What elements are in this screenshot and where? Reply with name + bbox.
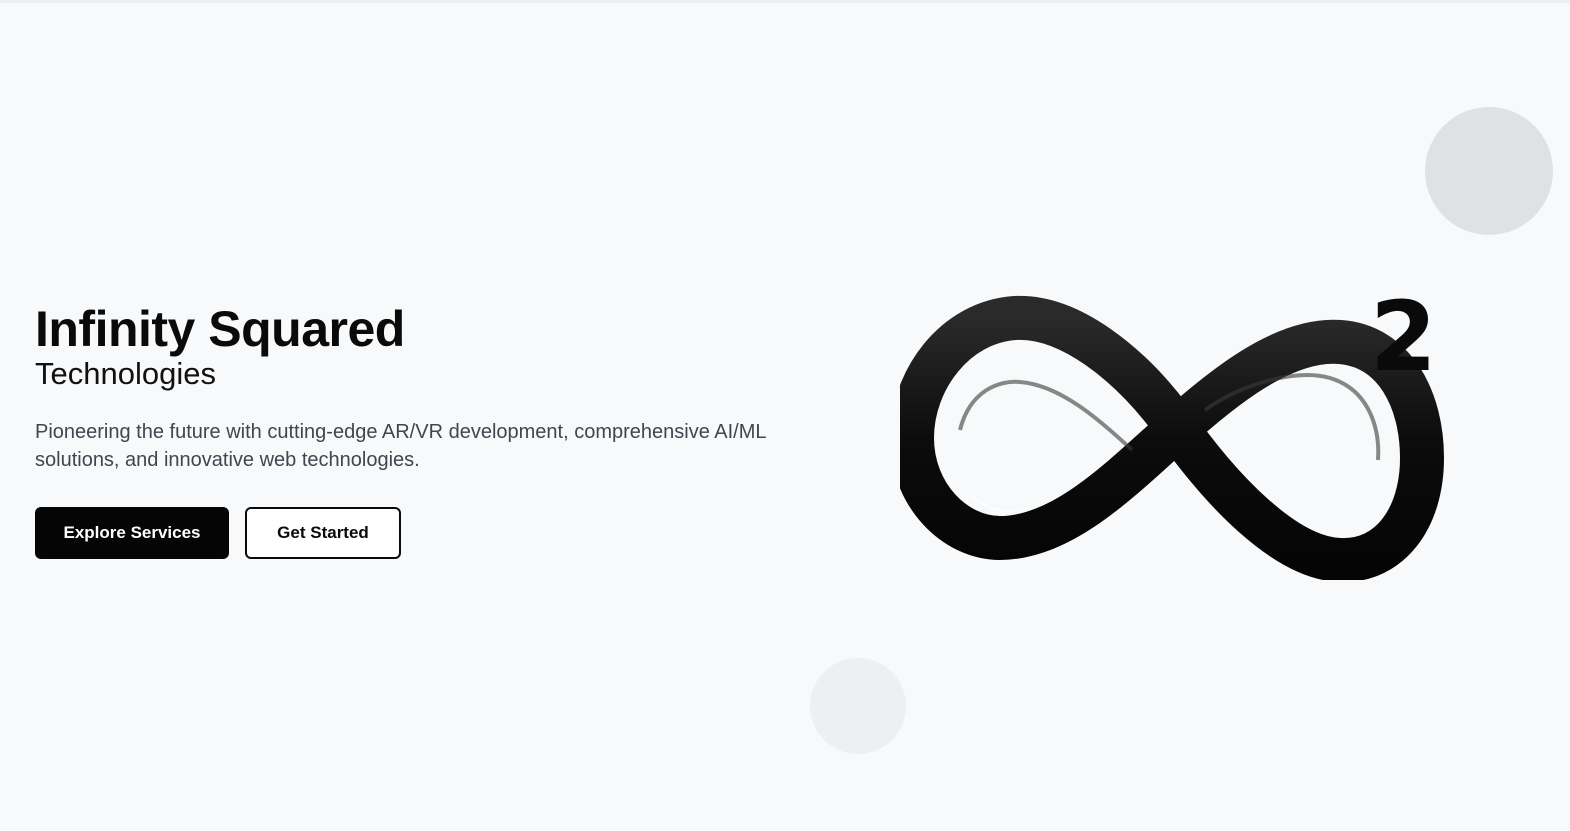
hero-subtitle: Technologies <box>35 356 216 391</box>
hero-title: Infinity Squared <box>35 301 405 357</box>
superscript-two: 2 <box>1370 281 1437 393</box>
explore-services-button[interactable]: Explore Services <box>35 507 229 559</box>
hero-description: Pioneering the future with cutting-edge … <box>35 421 766 471</box>
decorative-circle-top-right <box>1425 107 1553 235</box>
infinity-squared-logo-icon: 2 <box>890 270 1460 582</box>
top-divider <box>0 0 1570 3</box>
get-started-button[interactable]: Get Started <box>245 507 401 559</box>
hero-page: Infinity Squared Technologies Pioneering… <box>0 0 1570 831</box>
decorative-circle-bottom <box>810 658 906 754</box>
hero-buttons: Explore Services Get Started <box>35 507 795 559</box>
hero-section: Infinity Squared Technologies Pioneering… <box>35 300 795 559</box>
